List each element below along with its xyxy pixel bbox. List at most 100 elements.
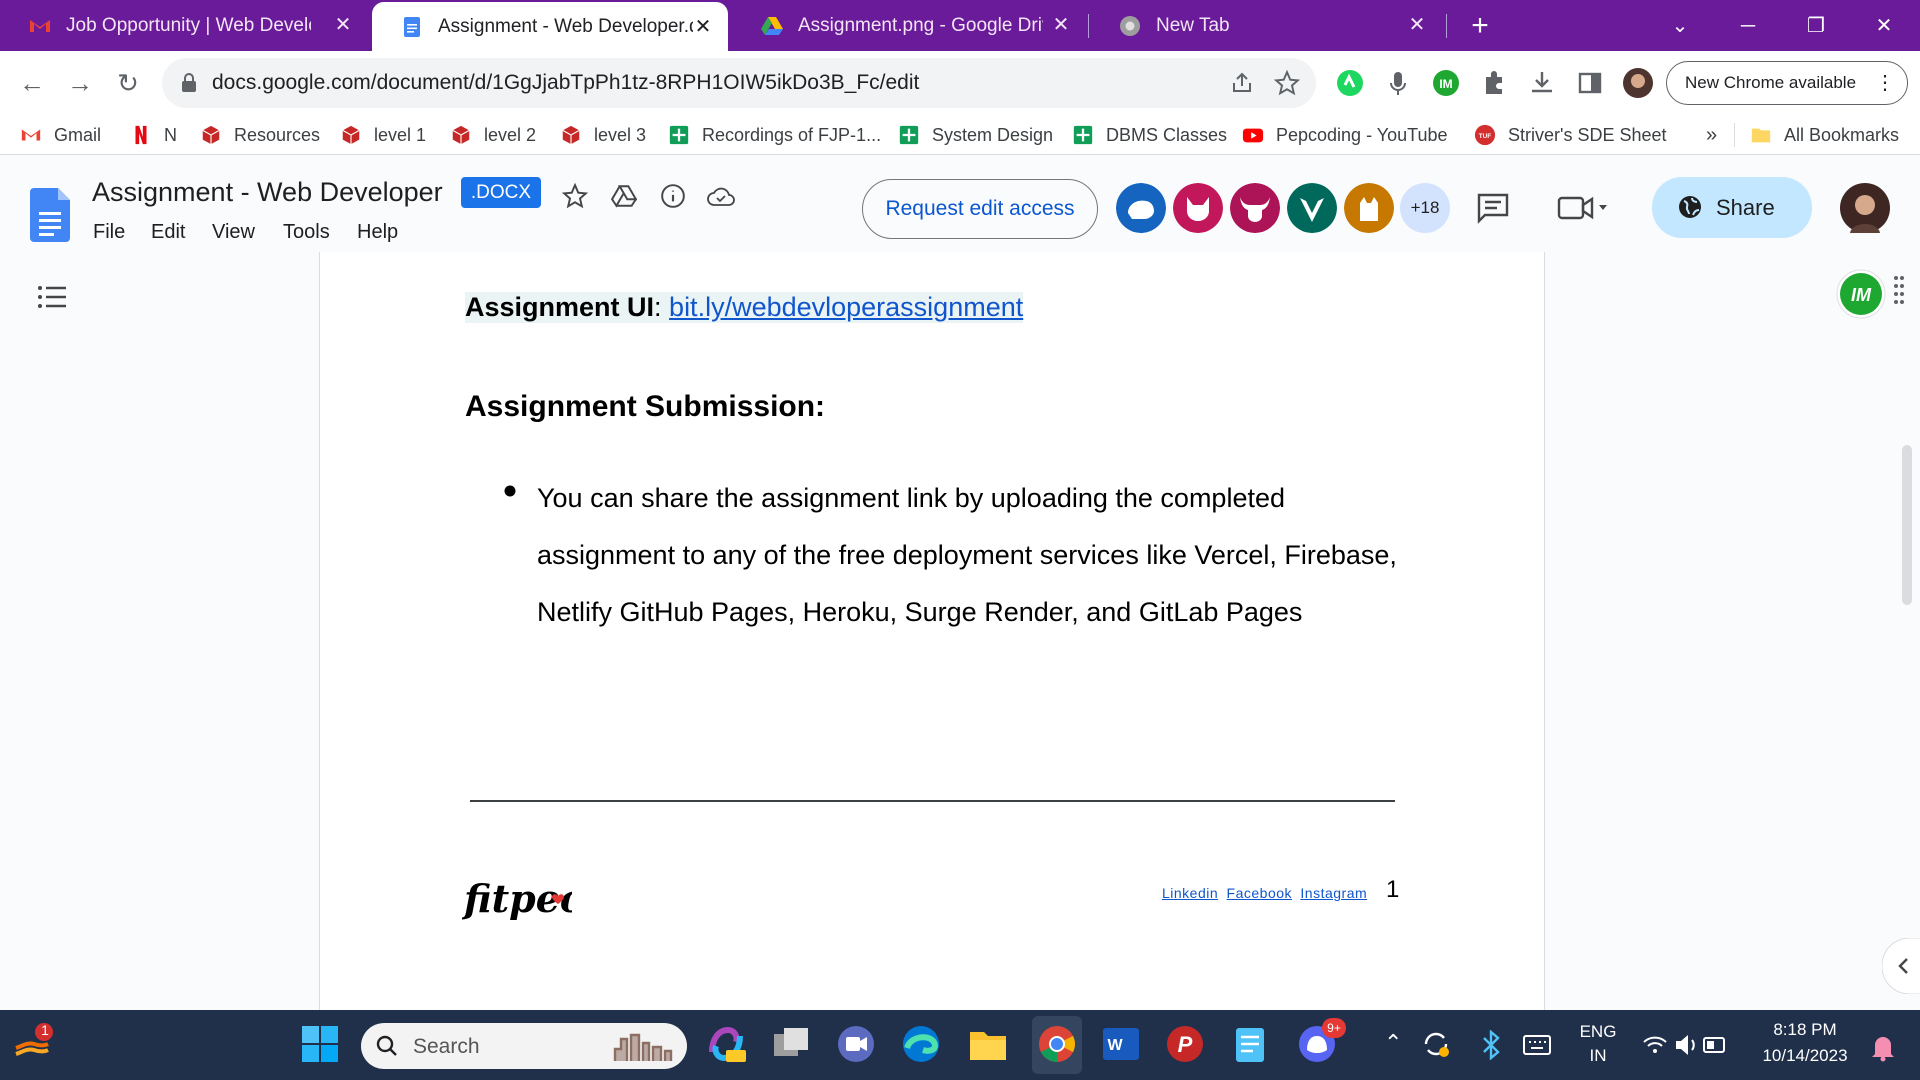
menu-file[interactable]: File (93, 221, 125, 244)
collaborator-avatar-badger[interactable] (1287, 183, 1337, 233)
collaborator-avatar-fox[interactable] (1173, 183, 1223, 233)
footer-divider (470, 800, 1395, 802)
docx-badge: .DOCX (461, 177, 541, 208)
minimize-button[interactable]: ─ (1728, 8, 1768, 44)
chrome-icon[interactable] (1035, 1022, 1079, 1066)
star-icon[interactable] (562, 183, 588, 209)
download-icon[interactable] (1526, 67, 1558, 99)
info-icon[interactable] (660, 183, 686, 209)
cloud-saved-icon[interactable] (707, 185, 735, 207)
instagram-link[interactable]: Instagram (1300, 885, 1367, 901)
docs-logo-icon[interactable] (30, 188, 70, 242)
extensions-puzzle-icon[interactable] (1478, 67, 1510, 99)
tab-new-tab[interactable]: New Tab ✕ (1090, 0, 1442, 51)
word-icon[interactable]: W (1099, 1022, 1143, 1066)
sync-icon[interactable] (1420, 1028, 1452, 1060)
bookmark-star-icon[interactable] (1274, 70, 1300, 96)
facebook-link[interactable]: Facebook (1227, 885, 1292, 901)
bookmarks-overflow-button[interactable]: » (1706, 123, 1717, 147)
tab-job-opportunity[interactable]: Job Opportunity | Web Develope ✕ (0, 0, 368, 51)
comment-history-icon[interactable] (1476, 192, 1510, 224)
bookmark-striver[interactable]: TUF Striver's SDE Sheet (1474, 123, 1667, 147)
taskbar-search[interactable]: Search (361, 1023, 687, 1069)
tab-search-icon[interactable]: ⌄ (1660, 8, 1700, 44)
linkedin-link[interactable]: Linkedin (1162, 885, 1218, 901)
clock-date[interactable]: 10/14/2023 (1750, 1046, 1860, 1066)
bookmark-level-2[interactable]: level 2 (450, 123, 536, 147)
reload-button[interactable]: ↻ (112, 67, 144, 99)
bookmark-level-3[interactable]: level 3 (560, 123, 646, 147)
address-bar[interactable]: docs.google.com/document/d/1GgJjabTpPh1t… (162, 58, 1316, 108)
region-indicator[interactable]: IN (1574, 1046, 1622, 1066)
share-button[interactable]: Share (1652, 177, 1812, 238)
all-bookmarks-folder[interactable]: All Bookmarks (1750, 123, 1899, 147)
postman-icon[interactable]: P (1163, 1022, 1207, 1066)
document-title[interactable]: Assignment - Web Developer (92, 177, 443, 208)
bookmark-gmail[interactable]: Gmail (20, 123, 101, 147)
tampermonkey-float-icon[interactable]: IM (1835, 268, 1887, 320)
move-to-drive-icon[interactable] (611, 183, 637, 209)
new-chrome-button[interactable]: New Chrome available ⋮ (1666, 61, 1908, 105)
meet-camera-icon[interactable] (1556, 193, 1610, 223)
bookmark-pepcoding[interactable]: Pepcoding - YouTube (1242, 123, 1447, 147)
assignment-ui-link[interactable]: bit.ly/webdevloperassignment (669, 292, 1023, 322)
close-icon[interactable]: ✕ (332, 14, 354, 36)
notepad-icon[interactable] (1228, 1022, 1272, 1066)
close-icon[interactable]: ✕ (692, 16, 714, 38)
bookmark-resources[interactable]: Resources (200, 123, 320, 147)
back-button[interactable]: ← (16, 67, 48, 99)
share-page-icon[interactable] (1230, 71, 1254, 95)
scrollbar-thumb[interactable] (1902, 445, 1912, 605)
bookmark-system-design[interactable]: System Design (898, 123, 1053, 147)
extension-green-icon[interactable] (1334, 67, 1366, 99)
more-collaborators-badge[interactable]: +18 (1400, 183, 1450, 233)
close-icon[interactable]: ✕ (1406, 14, 1428, 36)
url-text: docs.google.com/document/d/1GgJjabTpPh1t… (212, 71, 920, 94)
new-tab-button[interactable]: + (1460, 8, 1500, 44)
profile-avatar[interactable] (1622, 67, 1654, 99)
collaborator-avatar-cat[interactable] (1344, 183, 1394, 233)
close-window-button[interactable]: ✕ (1864, 8, 1904, 44)
bluetooth-icon[interactable] (1478, 1030, 1504, 1060)
keyboard-icon[interactable] (1522, 1032, 1552, 1058)
collaborator-avatar-capybara[interactable] (1116, 183, 1166, 233)
show-hidden-icons[interactable]: ⌃ (1384, 1030, 1402, 1056)
tampermonkey-icon[interactable]: IM (1430, 67, 1462, 99)
edge-icon[interactable] (899, 1022, 943, 1066)
teams-chat-icon[interactable] (834, 1022, 878, 1066)
google-docs-icon (404, 16, 420, 37)
tab-assignment-doc[interactable]: Assignment - Web Developer.dc ✕ (372, 2, 728, 51)
outline-icon[interactable] (38, 286, 66, 308)
copilot-icon[interactable] (704, 1022, 748, 1066)
task-view-icon[interactable] (770, 1022, 814, 1066)
bookmark-recordings[interactable]: Recordings of FJP-1... (668, 123, 881, 147)
tab-google-drive[interactable]: Assignment.png - Google Drive ✕ (732, 0, 1086, 51)
bookmark-dbms-classes[interactable]: DBMS Classes (1072, 123, 1227, 147)
account-avatar[interactable] (1840, 183, 1890, 233)
menu-edit[interactable]: Edit (151, 221, 185, 244)
file-explorer-icon[interactable] (966, 1022, 1010, 1066)
restore-button[interactable]: ❐ (1796, 8, 1836, 44)
notification-count: 1 (41, 1022, 49, 1038)
collaborator-avatar-bull[interactable] (1230, 183, 1280, 233)
side-panel-icon[interactable] (1574, 67, 1606, 99)
request-edit-access-button[interactable]: Request edit access (862, 179, 1098, 239)
close-icon[interactable]: ✕ (1050, 14, 1072, 36)
network-volume-battery-icons[interactable] (1640, 1030, 1730, 1060)
menu-tools[interactable]: Tools (283, 221, 330, 244)
clock-time[interactable]: 8:18 PM (1750, 1020, 1860, 1040)
docs-header: Assignment - Web Developer .DOCX File Ed… (0, 155, 1920, 252)
microphone-icon[interactable] (1382, 67, 1414, 99)
menu-view[interactable]: View (212, 221, 255, 244)
drag-handle-icon[interactable] (1892, 274, 1906, 304)
forward-button[interactable]: → (64, 67, 96, 99)
kebab-menu-icon[interactable]: ⋮ (1875, 70, 1895, 95)
side-panel-toggle-icon[interactable] (1882, 938, 1920, 994)
bookmark-netflix[interactable]: N (130, 123, 177, 147)
language-indicator[interactable]: ENG (1574, 1022, 1622, 1042)
document-page[interactable]: Assignment UI: bit.ly/webdevloperassignm… (319, 252, 1545, 1010)
menu-help[interactable]: Help (357, 221, 398, 244)
windows-start-icon[interactable] (298, 1022, 342, 1066)
bookmark-level-1[interactable]: level 1 (340, 123, 426, 147)
notification-bell-icon[interactable] (1868, 1032, 1898, 1062)
